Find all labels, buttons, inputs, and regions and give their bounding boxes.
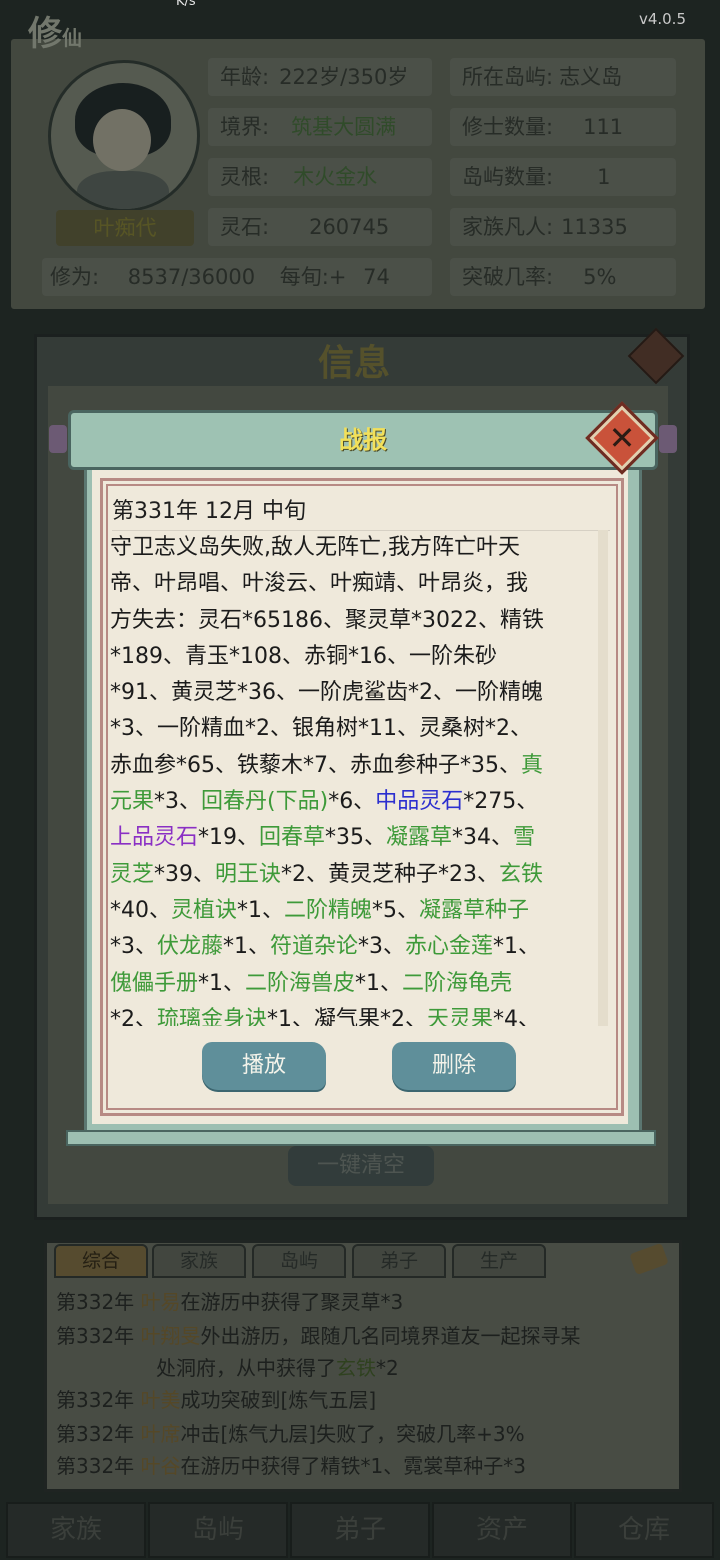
report-item: 元果: [110, 789, 155, 815]
report-item: 伏龙藤: [157, 934, 224, 960]
version-label: v4.0.5: [638, 10, 686, 28]
report-text: 守卫志义岛失败,敌人无阵亡,我方阵亡叶天: [110, 535, 520, 560]
report-text: *2、黄灵芝种子*23、: [281, 861, 500, 887]
report-text: *4、: [493, 1006, 541, 1026]
report-text: *5、: [372, 897, 420, 923]
report-item: 二阶海兽皮: [245, 970, 356, 996]
report-item: 雪: [513, 825, 536, 851]
report-text: *3、: [110, 934, 157, 960]
report-text: *1、: [198, 970, 246, 996]
dialog-title: 战报: [339, 426, 387, 454]
report-line: 傀儡手册*1、二阶海兽皮*1、二阶海龟壳: [110, 966, 594, 1002]
report-text: *3、一阶精血*2、银角树*11、灵桑树*2、: [110, 716, 532, 742]
report-scrollbar[interactable]: [598, 530, 608, 1026]
report-text: *1、: [493, 934, 541, 960]
report-line: *2、琉璃金身诀*1、凝气果*2、天灵果*4、: [110, 1002, 594, 1026]
dialog-header: 战报: [49, 410, 677, 470]
report-body[interactable]: 守卫志义岛失败,敌人无阵亡,我方阵亡叶天 帝、叶昂唱、叶浚云、叶痴靖、叶昂炎，我方…: [110, 530, 594, 1026]
report-item: 符道杂论: [270, 934, 359, 960]
dialog-bottom-rod: [66, 1130, 656, 1146]
report-line: 守卫志义岛失败,敌人无阵亡,我方阵亡叶天: [110, 530, 594, 566]
report-item: 回春丹(下品): [201, 789, 329, 815]
report-text: *39、: [154, 861, 216, 887]
report-text: *275、: [463, 789, 539, 815]
report-line: *3、一阶精血*2、银角树*11、灵桑树*2、: [110, 711, 594, 747]
report-line: *40、灵植诀*1、二阶精魄*5、凝露草种子: [110, 893, 594, 929]
report-text: *1、: [237, 897, 285, 923]
report-line: 上品灵石*19、回春草*35、凝露草*34、雪: [110, 820, 594, 856]
report-item: 二阶精魄: [284, 897, 373, 923]
report-text: *91、黄灵芝*36、一阶虎鲨齿*2、一阶精魄: [110, 680, 543, 706]
report-text: *35、: [325, 825, 387, 851]
report-line: *3、伏龙藤*1、符道杂论*3、赤心金莲*1、: [110, 929, 594, 965]
report-line: 赤血参*65、铁藜木*7、赤血参种子*35、真: [110, 748, 594, 784]
report-line: 帝、叶昂唱、叶浚云、叶痴靖、叶昂炎，我: [110, 566, 594, 602]
report-item: 玄铁: [499, 861, 544, 887]
report-text: *34、: [452, 825, 514, 851]
report-line: 方失去：灵石*65186、聚灵草*3022、精铁: [110, 603, 594, 639]
report-line: *91、黄灵芝*36、一阶虎鲨齿*2、一阶精魄: [110, 675, 594, 711]
report-item: 凝露草: [386, 825, 453, 851]
report-item: 上品灵石: [110, 825, 199, 851]
report-text: *1、: [223, 934, 271, 960]
report-text: *189、青玉*108、赤铜*16、一阶朱砂: [110, 643, 497, 669]
report-item: 琉璃金身诀: [157, 1006, 268, 1026]
report-item: 灵植诀: [171, 897, 238, 923]
report-line: 灵芝*39、明王诀*2、黄灵芝种子*23、玄铁: [110, 857, 594, 893]
report-item: 真: [521, 752, 544, 778]
report-text: 方失去：灵石*65186、聚灵草*3022、精铁: [110, 607, 544, 633]
report-item: 赤心金莲: [405, 934, 494, 960]
report-item: 天灵果: [427, 1006, 494, 1026]
report-item: 回春草: [259, 825, 326, 851]
report-line: *189、青玉*108、赤铜*16、一阶朱砂: [110, 639, 594, 675]
report-item: 傀儡手册: [110, 970, 199, 996]
report-item: 凝露草种子: [419, 897, 530, 923]
report-line: 元果*3、回春丹(下品)*6、中品灵石*275、: [110, 784, 594, 820]
report-text: *40、: [110, 897, 171, 923]
report-text: *2、: [110, 1006, 157, 1026]
net-speed: K/s: [176, 0, 196, 9]
report-text: *3、: [358, 934, 406, 960]
status-bar: K/s: [0, 0, 720, 10]
report-item: 中品灵石: [375, 789, 464, 815]
report-text: *3、: [154, 789, 202, 815]
play-button[interactable]: 播放: [202, 1042, 326, 1090]
report-text: 帝、叶昂唱、叶浚云、叶痴靖、叶昂炎，我: [110, 571, 529, 597]
report-item: 明王诀: [215, 861, 282, 887]
report-text: *19、: [198, 825, 260, 851]
report-date: 第331年 12月 中旬: [112, 494, 610, 531]
report-item: 二阶海龟壳: [402, 970, 513, 996]
report-text: *1、: [355, 970, 403, 996]
delete-button[interactable]: 删除: [392, 1042, 516, 1090]
report-text: *6、: [328, 789, 376, 815]
report-text: *1、凝气果*2、: [267, 1006, 428, 1026]
report-text: 赤血参*65、铁藜木*7、赤血参种子*35、: [110, 752, 521, 778]
report-item: 灵芝: [110, 861, 155, 887]
close-icon: ✕: [608, 419, 636, 457]
